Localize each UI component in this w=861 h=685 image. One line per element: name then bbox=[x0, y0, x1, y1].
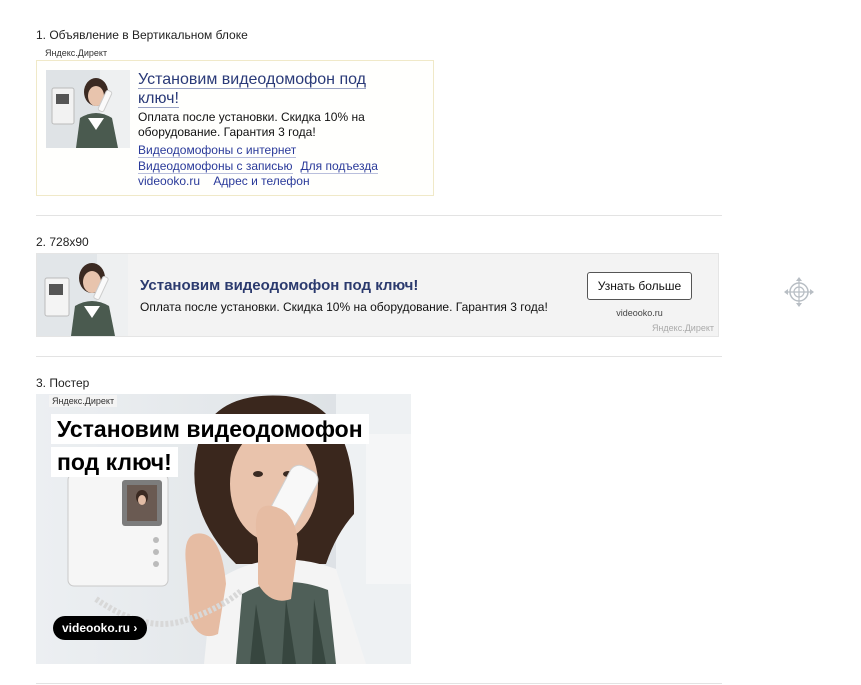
ad-body-text: Оплата после установки. Скидка 10% на об… bbox=[138, 110, 365, 139]
yandex-direct-label: Яндекс.Директ bbox=[49, 395, 118, 407]
section-title-vertical: 1. Объявление в Вертикальном блоке bbox=[36, 28, 248, 42]
ad-domain-link[interactable]: videooko.ru bbox=[138, 174, 200, 188]
sitelink-entrance[interactable]: Для подъезда bbox=[300, 159, 378, 174]
banner-728x90-ad[interactable]: Установим видеодомофон под ключ! Оплата … bbox=[36, 253, 719, 337]
move-icon[interactable] bbox=[783, 276, 815, 308]
section-title-poster: 3. Постер bbox=[36, 376, 90, 390]
address-phone-link[interactable]: Адрес и телефон bbox=[213, 174, 309, 188]
divider bbox=[36, 683, 722, 684]
ad-footer: videooko.ru Адрес и телефон bbox=[138, 174, 320, 188]
domain-chip-button[interactable]: videooko.ru › bbox=[53, 616, 148, 640]
ad-body-text: Оплата после установки. Скидка 10% на об… bbox=[140, 300, 548, 314]
yandex-direct-label: Яндекс.Директ bbox=[45, 48, 108, 58]
divider bbox=[36, 356, 722, 357]
poster-headline-line2[interactable]: под ключ! bbox=[51, 447, 178, 477]
poster-ad[interactable]: Яндекс.Директ Установим видеодомофон под… bbox=[36, 394, 411, 664]
divider bbox=[36, 215, 722, 216]
ad-title-link[interactable]: Установим видеодомофон под ключ! bbox=[140, 277, 418, 294]
section-title-728x90: 2. 728x90 bbox=[36, 235, 89, 249]
ad-sitelinks: Видеодомофоны с интернет Видеодомофоны с… bbox=[138, 142, 386, 174]
poster-headline-line1[interactable]: Установим видеодомофон bbox=[51, 414, 369, 444]
vertical-block-ad[interactable]: Установим видеодомофон под ключ! Оплата … bbox=[36, 60, 434, 196]
ad-thumbnail-image[interactable] bbox=[46, 70, 130, 148]
sitelink-internet[interactable]: Видеодомофоны с интернет bbox=[138, 143, 297, 158]
yandex-direct-label: Яндекс.Директ bbox=[651, 323, 714, 333]
ad-thumbnail-image[interactable] bbox=[37, 254, 128, 336]
ad-title-link[interactable]: Установим видеодомофон под ключ! bbox=[138, 70, 408, 108]
ad-domain-link[interactable]: videooko.ru bbox=[587, 308, 692, 318]
sitelink-recording[interactable]: Видеодомофоны с записью bbox=[138, 159, 293, 174]
learn-more-button[interactable]: Узнать больше bbox=[587, 272, 692, 300]
